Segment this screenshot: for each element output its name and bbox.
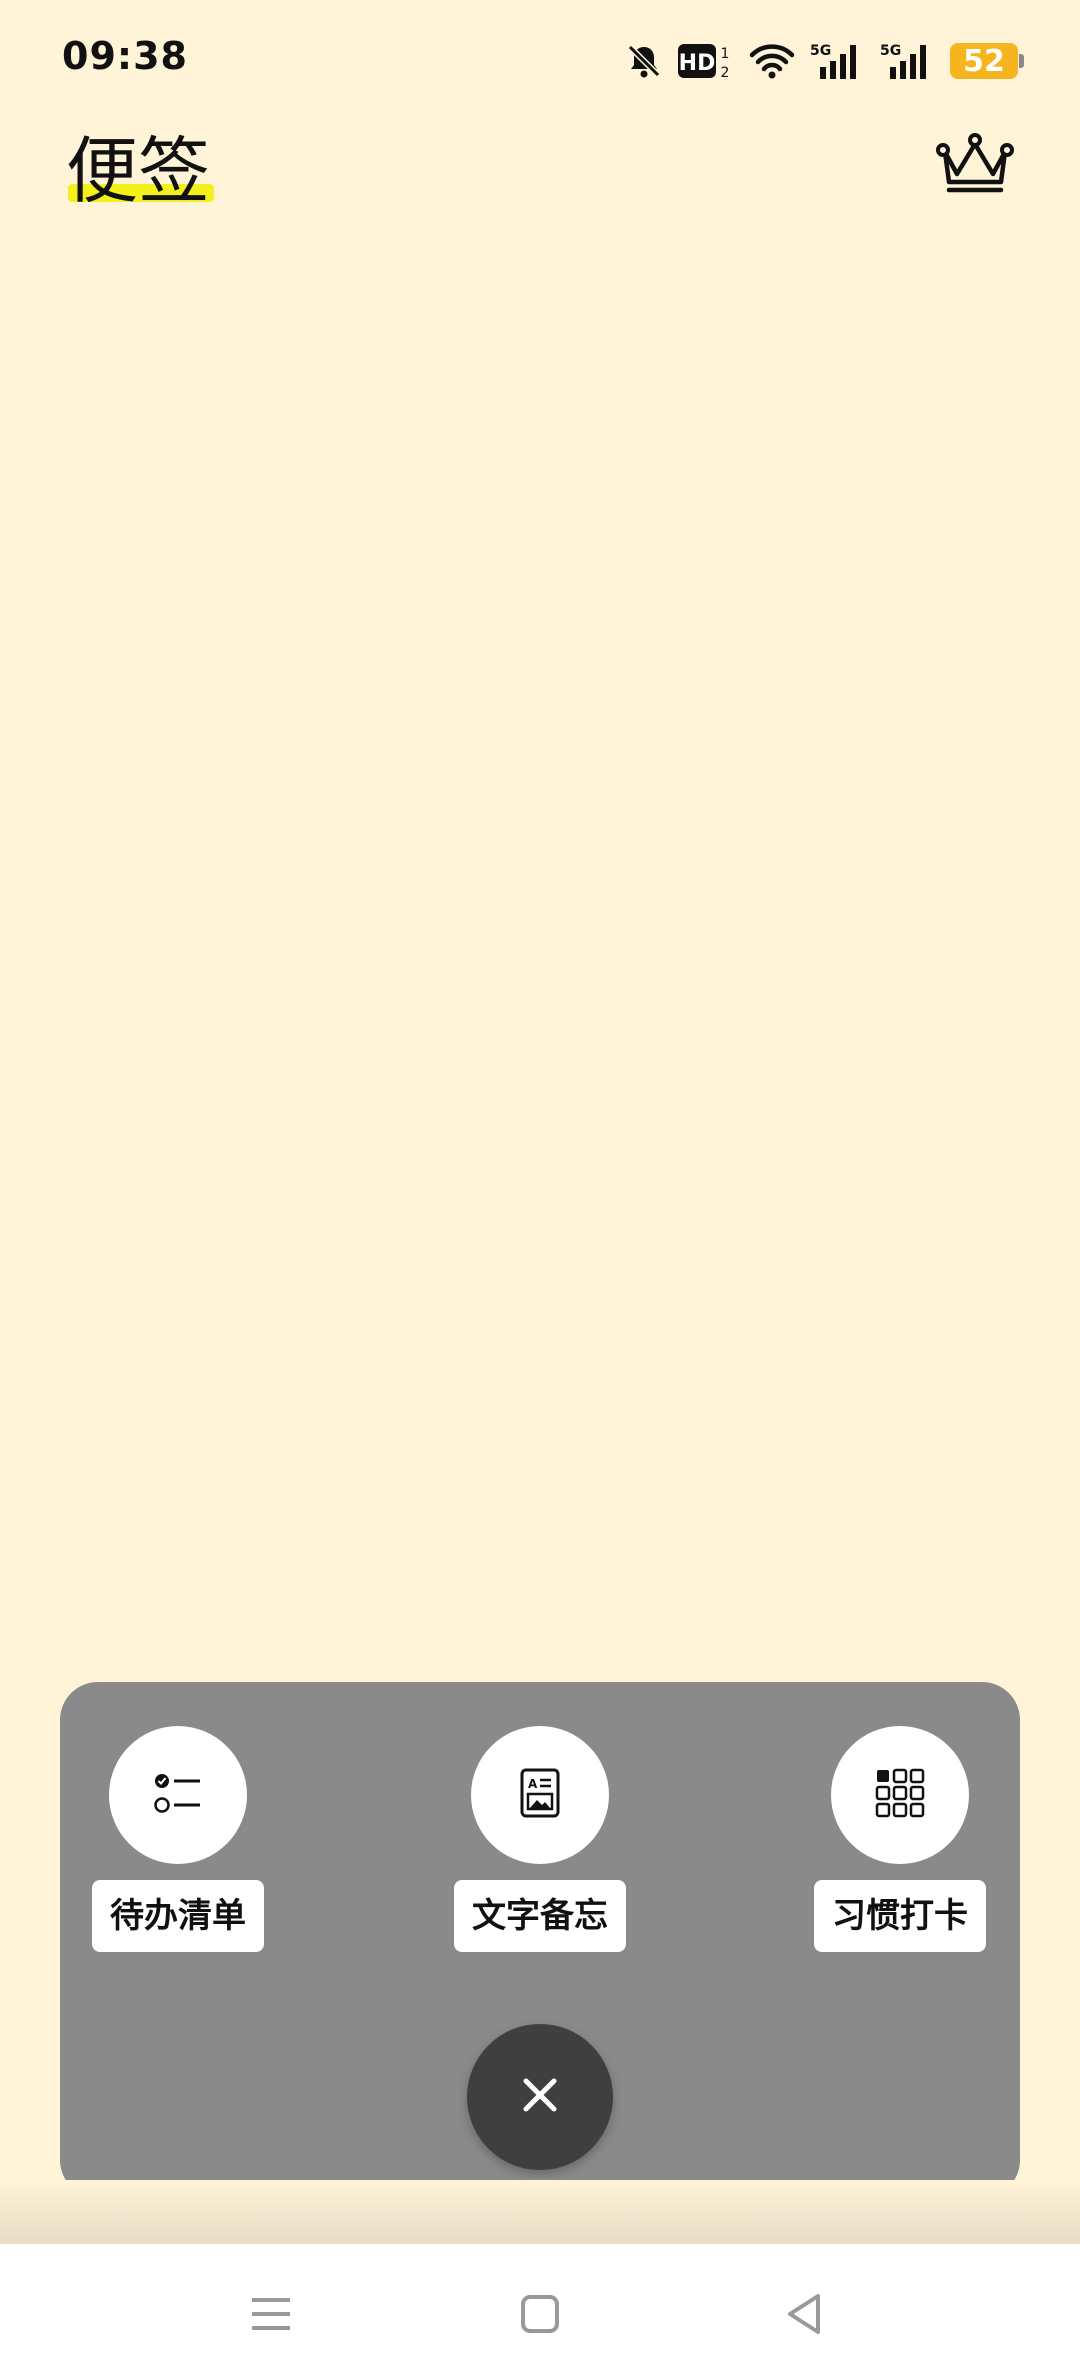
nav-bar-shadow — [0, 2180, 1080, 2244]
back-button[interactable] — [774, 2286, 834, 2346]
svg-text:5G: 5G — [810, 43, 831, 59]
home-icon — [520, 2294, 560, 2338]
svg-text:1: 1 — [721, 46, 730, 62]
wifi-icon — [748, 41, 796, 81]
todo-list-label[interactable]: 待办清单 — [92, 1880, 264, 1952]
signal-5g-icon: 5G — [810, 41, 866, 81]
battery-indicator: 52 — [950, 43, 1024, 79]
checklist-icon — [152, 1767, 204, 1823]
menu-button[interactable] — [241, 2286, 301, 2346]
habit-checkin-action[interactable]: 习惯打卡 — [810, 1726, 990, 1952]
text-note-icon: A — [518, 1767, 562, 1823]
status-bar: 09:38 HD 1 2 5G 5G 52 — [0, 0, 1080, 120]
habit-checkin-button[interactable] — [831, 1726, 969, 1864]
svg-text:HD: HD — [679, 51, 716, 76]
crown-icon[interactable] — [935, 130, 1015, 198]
page-title: 便签 — [66, 129, 211, 213]
back-icon — [784, 2292, 824, 2340]
hd-icon: HD 1 2 — [678, 41, 734, 81]
svg-text:A: A — [528, 1777, 538, 1791]
bell-muted-icon — [624, 41, 664, 81]
page-title-wrap: 便签 — [66, 126, 214, 216]
signal-5g-icon: 5G — [880, 41, 936, 81]
battery-level: 52 — [963, 43, 1005, 79]
system-nav-bar — [0, 2244, 1080, 2376]
habit-grid-icon — [875, 1768, 925, 1822]
close-popup-button[interactable] — [467, 2024, 613, 2170]
todo-list-button[interactable] — [109, 1726, 247, 1864]
close-icon — [520, 2075, 560, 2119]
new-note-popup: 待办清单 A 文字备忘 习惯打卡 — [60, 1682, 1020, 2198]
todo-list-action[interactable]: 待办清单 — [88, 1726, 268, 1952]
text-note-label[interactable]: 文字备忘 — [454, 1880, 626, 1952]
status-icons: HD 1 2 5G 5G 52 — [624, 36, 1024, 86]
svg-text:5G: 5G — [880, 43, 901, 59]
text-note-action[interactable]: A 文字备忘 — [450, 1726, 630, 1952]
home-button[interactable] — [510, 2286, 570, 2346]
habit-checkin-label[interactable]: 习惯打卡 — [814, 1880, 986, 1952]
svg-text:2: 2 — [721, 65, 730, 81]
menu-icon — [250, 2294, 292, 2338]
status-time: 09:38 — [62, 34, 188, 78]
text-note-button[interactable]: A — [471, 1726, 609, 1864]
